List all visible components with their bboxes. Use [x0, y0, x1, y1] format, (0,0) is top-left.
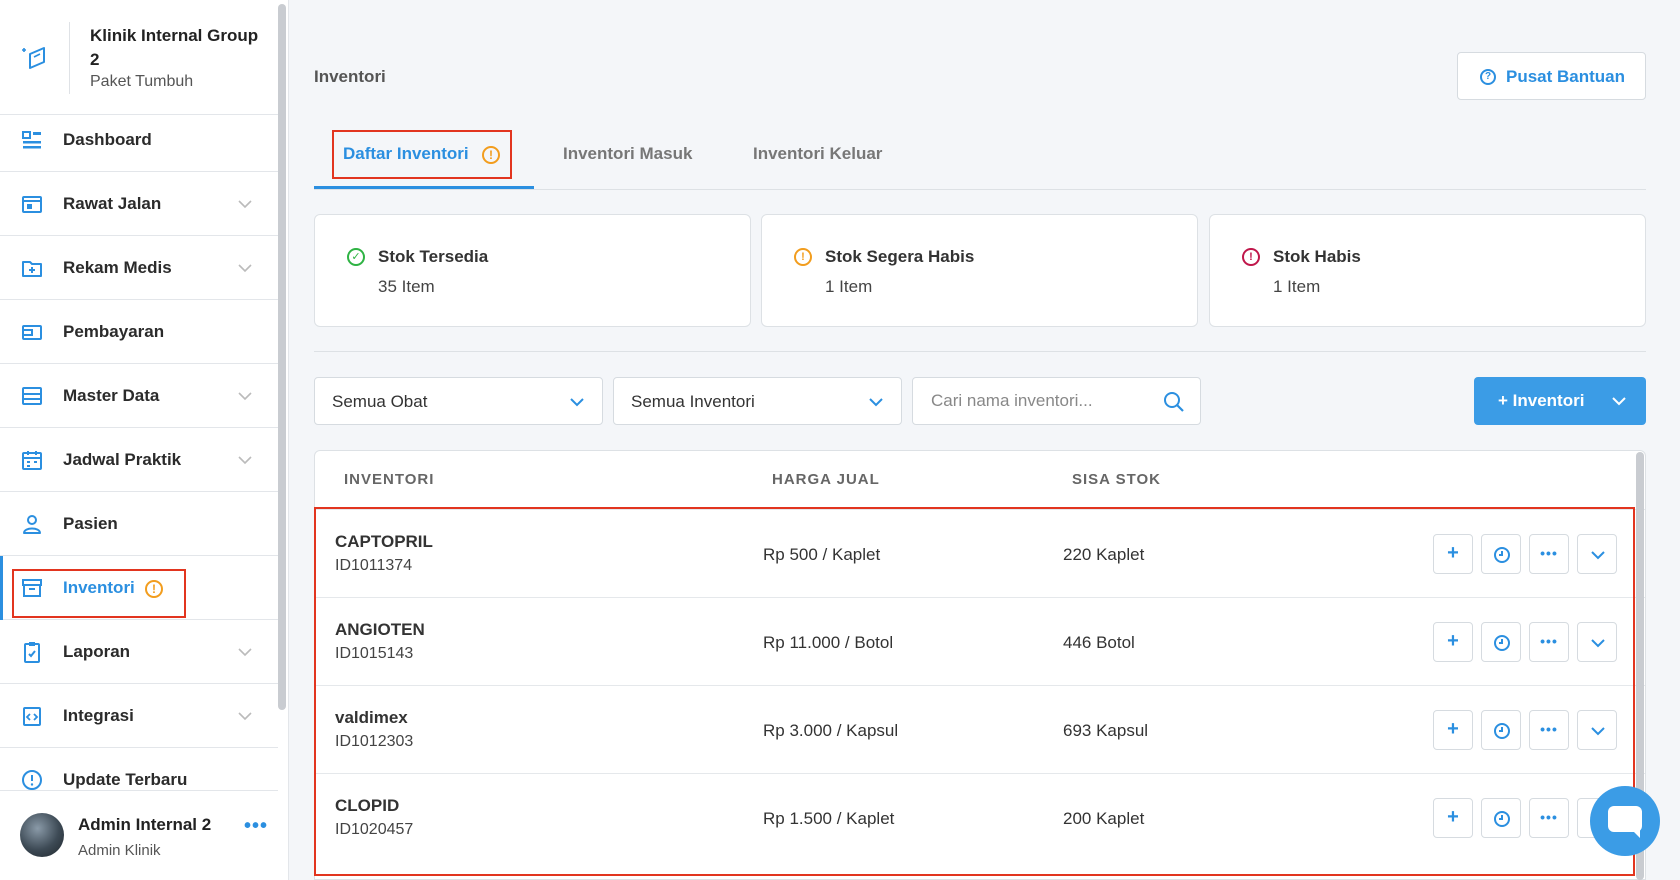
tab-inventori-masuk[interactable]: Inventori Masuk: [563, 144, 692, 164]
column-header-harga-jual: HARGA JUAL: [772, 471, 880, 488]
sidebar-item-label: Pasien: [63, 514, 118, 533]
user-name: Admin Internal 2: [78, 815, 212, 834]
search-icon[interactable]: [1162, 390, 1186, 414]
sidebar-item-laporan[interactable]: Laporan: [0, 620, 278, 684]
sidebar-item-label: Dashboard: [63, 130, 152, 149]
chevron-down-icon: [1612, 397, 1626, 406]
sidebar-item-pasien[interactable]: Pasien: [0, 492, 278, 556]
add-inventory-button[interactable]: + Inventori: [1474, 377, 1646, 425]
patient-icon: [23, 515, 41, 534]
card-stok-habis: ! Stok Habis 1 Item: [1209, 214, 1646, 327]
org-name: Klinik Internal Group 2: [90, 26, 259, 69]
calendar-icon: [22, 451, 42, 470]
active-tab-indicator: [314, 186, 534, 189]
card-value: 35 Item: [378, 277, 435, 296]
sidebar-item-pembayaran[interactable]: Pembayaran: [0, 300, 278, 364]
search-box: [912, 377, 1201, 425]
master-data-icon: [22, 387, 42, 405]
sidebar-item-label: Rawat Jalan: [63, 194, 162, 213]
warning-icon: !: [794, 248, 812, 266]
sidebar-scrollbar[interactable]: [278, 4, 286, 710]
add-inventory-label: + Inventori: [1498, 391, 1585, 410]
card-value: 1 Item: [825, 277, 873, 296]
card-title: Stok Habis: [1273, 247, 1361, 266]
inventory-select[interactable]: Semua Inventori: [613, 377, 902, 425]
sidebar: Klinik Internal Group 2 Paket Tumbuh Das…: [0, 0, 289, 880]
sidebar-item-rekam-medis[interactable]: Rekam Medis: [0, 236, 278, 300]
category-select[interactable]: Semua Obat: [314, 377, 603, 425]
help-center-label: Pusat Bantuan: [1506, 67, 1626, 86]
sidebar-item-rawat-jalan[interactable]: Rawat Jalan: [0, 172, 278, 236]
highlight-box-inventori: [12, 569, 186, 618]
help-center-button[interactable]: ? Pusat Bantuan: [1457, 52, 1646, 100]
avatar: [20, 813, 64, 857]
sidebar-item-label: Jadwal Praktik: [63, 450, 182, 469]
card-stok-segera-habis: ! Stok Segera Habis 1 Item: [761, 214, 1198, 327]
sidebar-item-label: Pembayaran: [63, 322, 165, 341]
medical-record-icon: [22, 261, 42, 277]
card-title: Stok Tersedia: [378, 247, 489, 266]
sidebar-item-label: Laporan: [63, 642, 131, 661]
inventory-select-value: Semua Inventori: [631, 392, 755, 411]
sidebar-item-dashboard[interactable]: Dashboard: [0, 108, 278, 172]
chevron-down-icon: [238, 648, 252, 657]
card-stok-tersedia: ✓ Stok Tersedia 35 Item: [314, 214, 751, 327]
user-role: Admin Klinik: [78, 842, 161, 859]
column-header-inventori: INVENTORI: [344, 471, 435, 488]
highlight-box-tab: [332, 130, 512, 179]
chevron-down-icon: [238, 264, 252, 273]
card-title: Stok Segera Habis: [825, 247, 975, 266]
payment-icon: [22, 325, 42, 340]
integration-icon: [23, 707, 41, 726]
highlight-box-table-rows: [314, 507, 1635, 876]
alert-icon: !: [1242, 248, 1260, 266]
report-icon: [24, 642, 40, 663]
sidebar-item-integrasi[interactable]: Integrasi: [0, 684, 278, 748]
tab-bar: Daftar Inventori ! Inventori Masuk Inven…: [314, 130, 1646, 190]
column-header-sisa-stok: SISA STOK: [1072, 471, 1162, 488]
chevron-down-icon: [238, 392, 252, 401]
sidebar-item-label: Update Terbaru: [63, 770, 188, 789]
dashboard-icon: [22, 131, 41, 149]
chat-bubble-tail: [1630, 828, 1640, 838]
sidebar-item-label: Integrasi: [63, 706, 134, 725]
question-icon: ?: [1480, 69, 1496, 85]
card-value: 1 Item: [1273, 277, 1321, 296]
sidebar-item-label: Master Data: [63, 386, 160, 405]
sidebar-item-master-data[interactable]: Master Data: [0, 364, 278, 428]
tab-inventori-keluar[interactable]: Inventori Keluar: [753, 144, 882, 164]
chevron-down-icon: [869, 398, 883, 407]
check-circle-icon: ✓: [347, 248, 365, 266]
chevron-down-icon: [570, 398, 584, 407]
search-input[interactable]: [931, 391, 1141, 411]
chevron-down-icon: [238, 200, 252, 209]
chevron-down-icon: [238, 456, 252, 465]
info-icon: [22, 770, 42, 790]
category-select-value: Semua Obat: [332, 392, 428, 411]
user-profile[interactable]: Admin Internal 2 Admin Klinik •••: [0, 790, 278, 880]
page-title: Inventori: [314, 67, 386, 86]
org-header[interactable]: Klinik Internal Group 2 Paket Tumbuh: [0, 0, 278, 115]
user-menu-button[interactable]: •••: [244, 815, 268, 838]
chevron-down-icon: [238, 712, 252, 721]
divider: [314, 351, 1646, 352]
clinic-logo-icon: [22, 47, 45, 69]
outpatient-icon: [22, 196, 42, 213]
sidebar-item-jadwal-praktik[interactable]: Jadwal Praktik: [0, 428, 278, 492]
org-separator: [69, 22, 70, 94]
sidebar-item-label: Rekam Medis: [63, 258, 172, 277]
org-plan: Paket Tumbuh: [90, 73, 194, 90]
chat-widget-button[interactable]: [1590, 786, 1660, 856]
